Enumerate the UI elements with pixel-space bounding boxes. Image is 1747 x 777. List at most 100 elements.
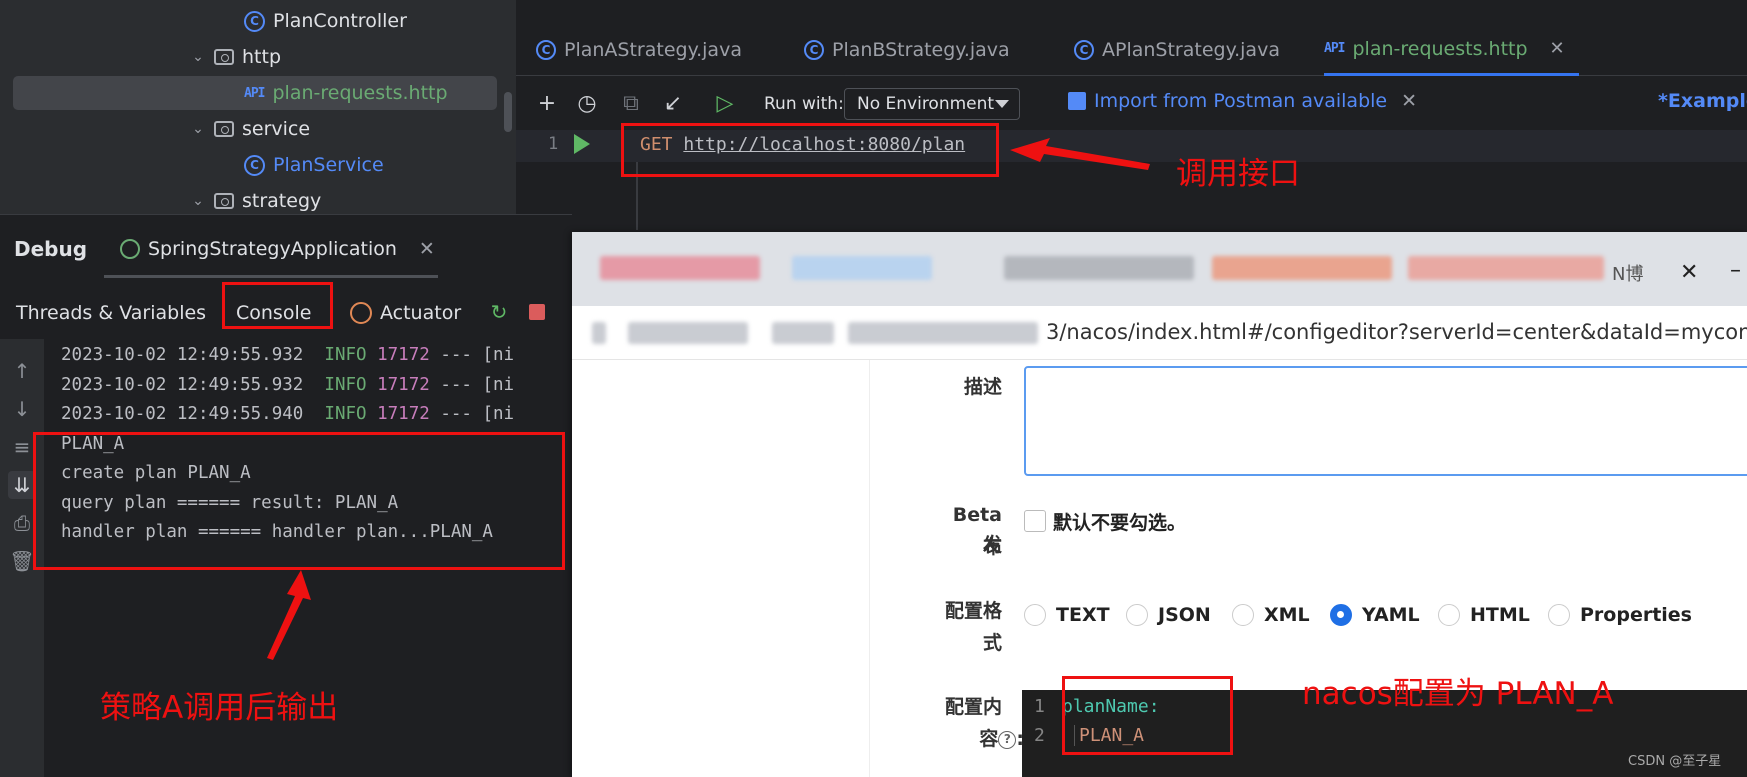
chevron-down-icon[interactable]: ⌄ — [190, 121, 206, 137]
stop-icon[interactable] — [526, 301, 548, 323]
debug-session-tab[interactable]: SpringStrategyApplication ✕ — [120, 231, 435, 267]
radio-label: YAML — [1362, 604, 1420, 626]
line-number: 1 — [548, 134, 559, 154]
browser-tab-blurred[interactable] — [600, 256, 760, 280]
tab-aplanstrategy[interactable]: C APlanStrategy.java — [1074, 24, 1280, 76]
help-icon[interactable]: ? — [998, 730, 1017, 749]
line-number: 1 — [1034, 696, 1045, 717]
trash-icon[interactable]: 🗑 — [8, 547, 36, 575]
format-radio-json[interactable]: JSON — [1126, 604, 1211, 626]
format-radio-properties[interactable]: Properties — [1548, 604, 1692, 626]
chevron-down-icon — [995, 100, 1009, 108]
tree-item-strategy[interactable]: ⌄ strategy — [190, 184, 321, 214]
tree-scrollbar[interactable] — [504, 92, 512, 132]
tab-actuator[interactable]: Actuator — [350, 293, 461, 333]
convert-icon[interactable]: ↙ — [658, 88, 688, 118]
http-toolbar: + ◷ ⧉ ↙ ▷ Run with: No Environment Impor… — [516, 80, 1747, 128]
run-request-icon[interactable] — [574, 134, 590, 154]
gift-icon — [1068, 92, 1086, 110]
description-label: 描述 — [963, 376, 1002, 398]
tree-item-plancontroller[interactable]: C PlanController — [244, 4, 407, 38]
radio-label: HTML — [1470, 604, 1530, 626]
radio-label: TEXT — [1056, 604, 1110, 626]
environment-select[interactable]: No Environment — [844, 88, 1020, 120]
watermark: CSDN @至子星 — [1628, 754, 1722, 769]
tree-item-planservice[interactable]: C PlanService — [244, 148, 384, 182]
spring-app-icon — [120, 239, 140, 259]
browser-tab-blurred[interactable] — [1212, 256, 1392, 280]
examples-link[interactable]: *Example — [1658, 90, 1747, 112]
tree-item-plan-requests[interactable]: API plan-requests.http — [13, 76, 497, 110]
description-textarea[interactable] — [1024, 366, 1747, 476]
browser-tab-blurred[interactable] — [1004, 256, 1194, 280]
format-label: 配置格 — [944, 600, 1002, 622]
tab-label: PlanBStrategy.java — [832, 39, 1010, 61]
close-icon[interactable]: ✕ — [1401, 90, 1417, 112]
browser-tab-blurred[interactable] — [792, 256, 932, 280]
line-number: 2 — [1034, 725, 1045, 746]
tab-planbstrategy[interactable]: C PlanBStrategy.java — [804, 24, 1010, 76]
radio-checked-icon — [1330, 604, 1352, 626]
format-radio-html[interactable]: HTML — [1438, 604, 1530, 626]
tab-label: PlanAStrategy.java — [564, 39, 742, 61]
debug-title: Debug — [14, 237, 88, 261]
tab-plan-requests[interactable]: API plan-requests.http ✕ — [1324, 24, 1579, 76]
beta-checkbox[interactable] — [1024, 510, 1046, 532]
annotation-arrow-request — [1010, 138, 1150, 170]
history-icon[interactable]: ◷ — [572, 88, 602, 118]
tree-item-label: strategy — [242, 190, 322, 212]
radio-icon — [1126, 604, 1148, 626]
scroll-to-end-icon[interactable]: ⇊ — [8, 471, 36, 499]
log-line: 2023-10-02 12:49:55.940 INFO 17172 --- [… — [61, 404, 515, 424]
class-icon: C — [244, 154, 265, 176]
run-all-icon[interactable]: ▷ — [710, 88, 740, 118]
close-icon[interactable]: ✕ — [1550, 38, 1565, 59]
tab-planastrategy[interactable]: C PlanAStrategy.java — [536, 24, 742, 76]
format-radio-xml[interactable]: XML — [1232, 604, 1310, 626]
tab-label: APlanStrategy.java — [1102, 39, 1280, 61]
copy-icon[interactable]: ⧉ — [616, 88, 646, 118]
beta-checkbox-label: 默认不要勾选。 — [1053, 512, 1187, 534]
radio-label: JSON — [1158, 604, 1211, 626]
address-bar[interactable]: 3/nacos/index.html#/configeditor?serverI… — [572, 306, 1747, 360]
address-url[interactable]: 3/nacos/index.html#/configeditor?serverI… — [1046, 320, 1747, 344]
tab-label: plan-requests.http — [1352, 37, 1528, 60]
session-label: SpringStrategyApplication — [148, 238, 397, 260]
add-icon[interactable]: + — [532, 88, 562, 118]
content-label-cont: 容?: — [979, 728, 1024, 750]
annotation-strategy-output: 策略A调用后输出 — [100, 690, 339, 726]
api-file-icon: API — [1324, 41, 1346, 56]
arrow-up-icon[interactable]: ↑ — [8, 357, 36, 385]
editor-area: C PlanAStrategy.java C PlanBStrategy.jav… — [516, 0, 1747, 230]
environment-value: No Environment — [857, 94, 995, 114]
tree-item-service[interactable]: ⌄ service — [190, 112, 310, 146]
annotation-arrow-output — [267, 570, 311, 660]
format-label-cont: 式 — [982, 632, 1002, 654]
print-icon[interactable]: ⎙ — [8, 509, 36, 537]
chevron-down-icon[interactable]: ⌄ — [190, 49, 206, 65]
subtab-label: Actuator — [380, 302, 462, 324]
rerun-icon[interactable]: ↻ — [488, 300, 510, 324]
format-radio-yaml[interactable]: YAML — [1330, 604, 1420, 626]
soft-wrap-icon[interactable]: ≡ — [8, 433, 36, 461]
tree-item-label: http — [242, 46, 282, 68]
browser-tab-blurred[interactable] — [1408, 256, 1604, 280]
close-icon[interactable]: ✕ — [419, 238, 435, 260]
tab-threads-variables[interactable]: Threads & Variables — [16, 293, 206, 333]
folder-icon — [214, 193, 234, 209]
arrow-down-icon[interactable]: ↓ — [8, 395, 36, 423]
class-icon: C — [536, 40, 556, 60]
folder-icon — [214, 49, 234, 65]
api-file-icon: API — [244, 85, 266, 101]
class-icon: C — [1074, 40, 1094, 60]
run-with-label: Run with: — [764, 94, 844, 114]
format-radio-text[interactable]: TEXT — [1024, 604, 1110, 626]
minimize-icon[interactable]: – — [1730, 258, 1741, 283]
close-icon[interactable]: ✕ — [1680, 260, 1698, 285]
import-postman-link[interactable]: Import from Postman available ✕ — [1068, 90, 1417, 112]
tree-item-label: service — [242, 118, 311, 140]
chevron-down-icon[interactable]: ⌄ — [190, 193, 206, 209]
annotation-box-yaml — [1062, 676, 1233, 755]
folder-icon — [214, 121, 234, 137]
tree-item-http[interactable]: ⌄ http — [190, 40, 281, 74]
